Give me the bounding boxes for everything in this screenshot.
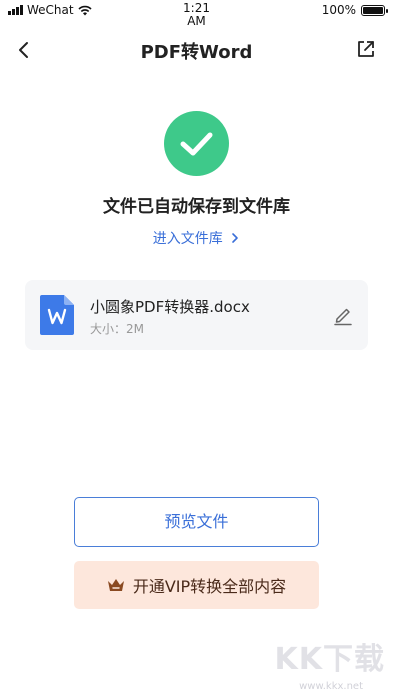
- status-right: 100%: [321, 3, 388, 17]
- battery-fill: [363, 6, 383, 14]
- chevron-right-icon: [232, 233, 239, 243]
- file-size: 大小：2M: [90, 322, 144, 336]
- preview-file-button[interactable]: 预览文件: [74, 497, 319, 547]
- file-card[interactable]: 小圆象PDF转换器.docx 大小：2M: [25, 280, 368, 350]
- file-name: 小圆象PDF转换器.docx: [90, 298, 250, 316]
- open-library-label: 进入文件库: [152, 231, 223, 247]
- word-doc-icon: [40, 295, 74, 335]
- edit-pencil-icon[interactable]: [332, 304, 354, 326]
- success-check-icon: [164, 111, 229, 176]
- watermark-logo: KK下载: [274, 642, 385, 677]
- open-library-link[interactable]: 进入文件库: [0, 228, 393, 248]
- crown-icon: [107, 579, 124, 591]
- battery-icon: [361, 4, 388, 16]
- vip-upgrade-label: 开通VIP转换全部内容: [132, 577, 287, 596]
- share-icon[interactable]: [355, 38, 377, 60]
- nav-bar: PDF转Word: [0, 30, 393, 70]
- success-message: 文件已自动保存到文件库: [103, 197, 290, 217]
- page-title: PDF转Word: [140, 42, 253, 63]
- watermark-url: www.kkx.net: [299, 681, 363, 692]
- status-bar: WeChat 1:21 AM 100%: [0, 0, 393, 30]
- vip-upgrade-button[interactable]: 开通VIP转换全部内容: [74, 561, 319, 609]
- battery-percent: 100%: [321, 3, 356, 17]
